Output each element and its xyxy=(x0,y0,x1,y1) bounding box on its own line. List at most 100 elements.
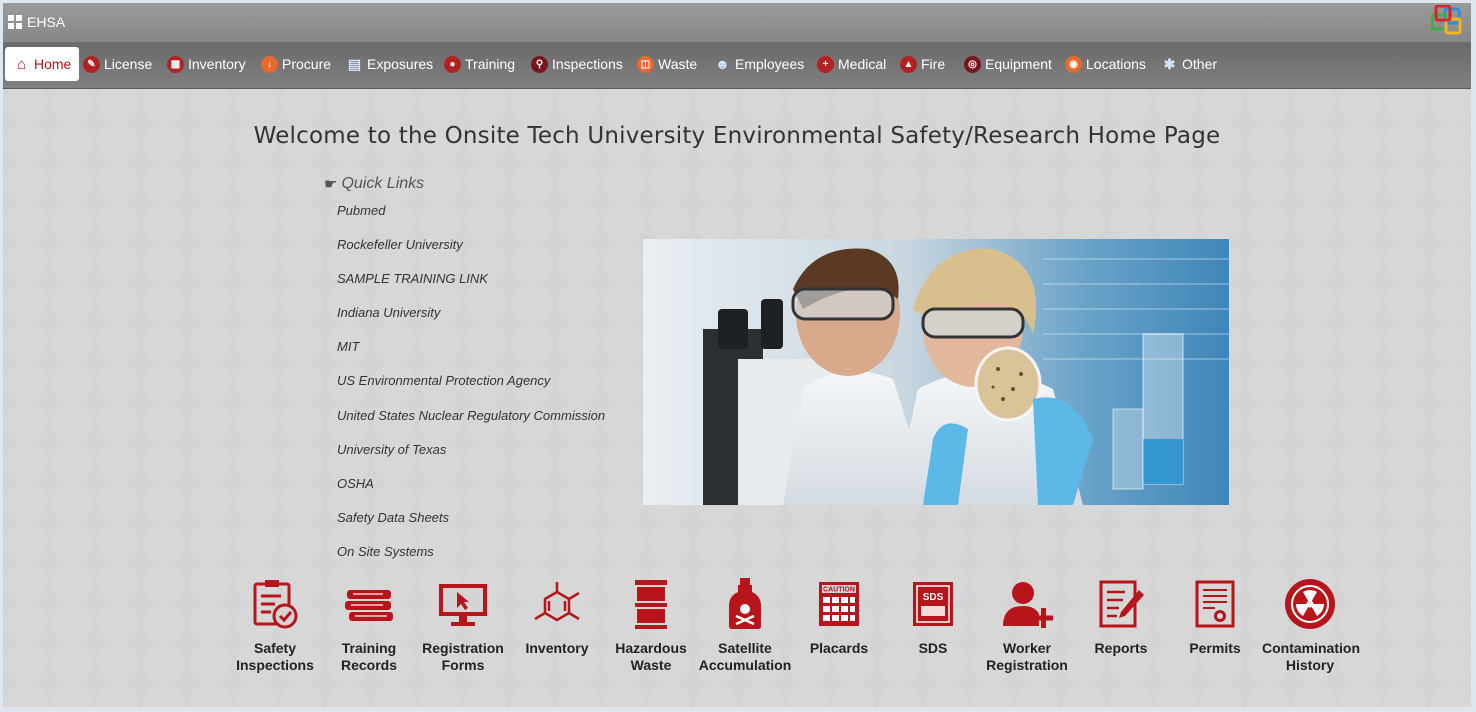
tile-worker-registration[interactable]: Worker Registration xyxy=(980,578,1074,674)
nav-inspections-label: Inspections xyxy=(552,56,623,72)
inspection-checklist-icon xyxy=(253,580,298,629)
clipboard-icon: ▤ xyxy=(347,55,362,72)
nav-equipment-label: Equipment xyxy=(985,56,1052,72)
lab-scientists-photo xyxy=(643,239,1229,505)
quick-links-title: Quick Links xyxy=(341,175,425,192)
tile-label-line2: Records xyxy=(340,657,398,673)
nav-procure-label: Procure xyxy=(282,56,332,72)
quick-link[interactable]: Rockefeller University xyxy=(337,237,605,271)
quick-link[interactable]: University of Texas xyxy=(337,442,605,476)
monitor-cursor-icon xyxy=(439,584,487,626)
report-pencil-icon xyxy=(1099,580,1144,628)
nav-medical[interactable]: + Medical xyxy=(817,47,886,81)
main-nav: ⌂ Home ✎ License ▩ Inventory ↓ Procure ▤… xyxy=(3,43,1471,89)
tile-label-line2: History xyxy=(1285,657,1335,673)
nav-waste[interactable]: ◫ Waste xyxy=(637,47,697,81)
tile-label-line2: Inspections xyxy=(236,657,314,673)
tile-label-line1: Training xyxy=(341,640,397,656)
quick-link[interactable]: Pubmed xyxy=(337,203,605,237)
tile-inventory[interactable]: Inventory xyxy=(510,578,604,657)
medical-cross-icon: + xyxy=(817,55,834,73)
nav-home[interactable]: ⌂ Home xyxy=(5,47,80,81)
nav-inspections[interactable]: ⚲ Inspections xyxy=(531,47,623,81)
tile-label-line1: SDS xyxy=(918,640,948,656)
certificate-icon xyxy=(1195,580,1235,628)
tile-label-line1: Placards xyxy=(809,640,869,656)
tile-label-line1: Registration xyxy=(422,640,504,656)
quick-links-header: ☛ Quick Links xyxy=(324,175,424,193)
tile-label-line2: Forms xyxy=(441,657,485,673)
tile-registration-forms[interactable]: Registration Forms xyxy=(416,578,510,674)
page-title: Welcome to the Onsite Tech University En… xyxy=(253,123,1221,149)
person-icon: ● xyxy=(444,55,461,73)
tile-label-line2: Accumulation xyxy=(698,657,792,673)
nav-license[interactable]: ✎ License xyxy=(83,47,152,81)
tile-label-line1: Reports xyxy=(1094,640,1148,656)
gauge-icon: ◎ xyxy=(964,55,981,73)
nav-inventory-label: Inventory xyxy=(188,56,246,72)
tile-label-line1: Worker xyxy=(1003,640,1051,656)
tile-training-records[interactable]: Training Records xyxy=(322,578,416,674)
app-brand[interactable]: EHSA xyxy=(8,11,65,33)
tile-label-line1: Hazardous xyxy=(615,640,687,656)
tile-hazardous-waste[interactable]: Hazardous Waste xyxy=(604,578,698,674)
tile-safety-inspections[interactable]: Safety Inspections xyxy=(228,578,322,674)
tile-contamination-history[interactable]: Contamination History xyxy=(1262,578,1360,674)
nav-employees[interactable]: ☻ Employees xyxy=(714,47,804,81)
add-user-icon xyxy=(1003,582,1053,628)
nav-fire[interactable]: ▲ Fire xyxy=(900,47,945,81)
nav-exposures[interactable]: ▤ Exposures xyxy=(346,47,433,81)
nav-waste-label: Waste xyxy=(658,56,698,72)
wrench-icon: ✎ xyxy=(83,55,100,73)
poison-bottle-icon xyxy=(729,578,761,629)
tile-sds[interactable]: SDS SDS xyxy=(886,578,980,657)
nav-locations[interactable]: ◉ Locations xyxy=(1065,47,1146,81)
nav-license-label: License xyxy=(104,56,153,72)
truck-icon: ▩ xyxy=(167,55,184,73)
radiation-icon xyxy=(1285,579,1335,629)
tile-reports[interactable]: Reports xyxy=(1074,578,1168,657)
quick-link[interactable]: US Environmental Protection Agency xyxy=(337,373,605,407)
nav-exposures-label: Exposures xyxy=(367,56,434,72)
sds-text: SDS xyxy=(923,592,944,603)
quick-link[interactable]: Safety Data Sheets xyxy=(337,510,605,544)
tile-label-line1: Safety xyxy=(253,640,297,656)
tile-label-line1: Contamination xyxy=(1262,640,1360,656)
nav-inventory[interactable]: ▩ Inventory xyxy=(167,47,246,81)
molecule-icon xyxy=(534,582,580,622)
nav-home-label: Home xyxy=(34,56,72,72)
tile-satellite-accumulation[interactable]: Satellite Accumulation xyxy=(698,578,792,674)
grid-menu-icon xyxy=(8,15,22,29)
nav-locations-label: Locations xyxy=(1086,56,1146,72)
tile-permits[interactable]: Permits xyxy=(1168,578,1262,657)
flame-icon: ▲ xyxy=(900,55,917,73)
app-window: EHSA ⌂ Home ✎ License ▩ Inventory ↓ Proc… xyxy=(3,3,1471,707)
tile-placards[interactable]: CAUTION Placards xyxy=(792,578,886,657)
nav-medical-label: Medical xyxy=(838,56,887,72)
book-stack-icon xyxy=(345,590,393,621)
quick-link[interactable]: On Site Systems xyxy=(337,544,605,578)
quick-link[interactable]: United States Nuclear Regulatory Commiss… xyxy=(337,408,605,442)
tile-label-line1: Satellite xyxy=(718,640,772,656)
nav-fire-label: Fire xyxy=(921,56,946,72)
onsite-logo-icon[interactable] xyxy=(1431,5,1463,37)
magnifier-icon: ⚲ xyxy=(531,55,548,73)
nav-training-label: Training xyxy=(465,56,516,72)
home-icon: ⌂ xyxy=(16,55,27,73)
quick-link[interactable]: Indiana University xyxy=(337,305,605,339)
trash-icon: ◫ xyxy=(637,55,654,73)
pointing-hand-icon: ☛ xyxy=(324,176,338,193)
nav-other[interactable]: ✱ Other xyxy=(1161,47,1217,81)
nav-equipment[interactable]: ◎ Equipment xyxy=(964,47,1052,81)
people-icon: ☻ xyxy=(715,56,730,72)
top-bar: EHSA xyxy=(3,3,1471,43)
app-title: EHSA xyxy=(27,14,66,30)
quick-link[interactable]: MIT xyxy=(337,339,605,373)
quick-link[interactable]: SAMPLE TRAINING LINK xyxy=(337,271,605,305)
quick-link[interactable]: OSHA xyxy=(337,476,605,510)
tile-label-line1: Inventory xyxy=(525,640,589,656)
caution-placard-icon: CAUTION xyxy=(819,582,859,626)
nav-training[interactable]: ● Training xyxy=(444,47,515,81)
nav-other-label: Other xyxy=(1182,56,1218,72)
nav-procure[interactable]: ↓ Procure xyxy=(261,47,331,81)
